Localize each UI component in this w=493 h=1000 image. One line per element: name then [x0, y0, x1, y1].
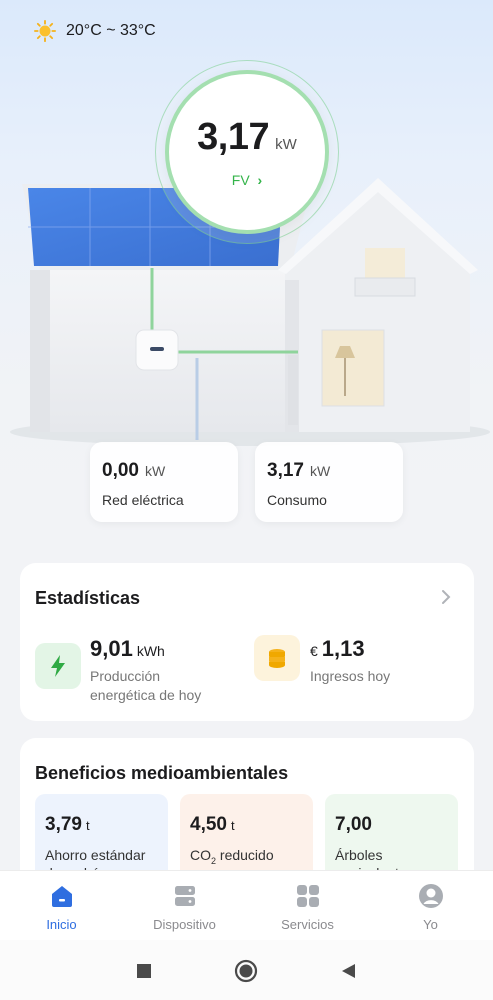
tab-servicios-label: Servicios	[281, 917, 334, 932]
tab-yo-label: Yo	[423, 917, 438, 932]
tab-dispositivo[interactable]: Dispositivo	[123, 871, 246, 941]
income-currency: €	[310, 643, 318, 659]
tab-inicio-label: Inicio	[46, 917, 77, 932]
benefits-title: Beneficios medioambientales	[35, 763, 289, 783]
sun-icon	[34, 20, 56, 42]
grid-label: Red eléctrica	[102, 492, 184, 508]
system-navigation-bar	[0, 940, 493, 1000]
co2-label-main: CO	[190, 847, 211, 863]
production-label-line1: Producción	[90, 668, 161, 684]
bottom-tab-bar: Inicio Dispositivo Servicios Yo	[0, 870, 493, 940]
user-icon	[419, 884, 443, 908]
co2-value: 4,50	[190, 814, 227, 835]
tab-servicios[interactable]: Servicios	[246, 871, 369, 941]
coins-icon	[254, 635, 300, 681]
carbon-label-line1: Ahorro estándar	[45, 847, 146, 863]
production-label-line2: energética de hoy	[90, 687, 202, 703]
production-label: Producción energética de hoy	[90, 667, 201, 705]
chevron-right-icon: ›	[257, 172, 263, 188]
income-label: Ingresos hoy	[310, 668, 391, 684]
grid-icon	[297, 885, 319, 907]
pv-power-unit: kW	[275, 136, 297, 153]
statistics-title: Estadísticas	[35, 588, 141, 608]
consumption-power-value: 3,17	[267, 460, 304, 481]
income-value: 1,13	[321, 636, 365, 661]
tab-inicio[interactable]: Inicio	[0, 871, 123, 941]
co2-unit: t	[230, 818, 235, 833]
weather-widget: 20°C ~ 33°C	[34, 20, 156, 42]
trees-value: 7,00	[335, 814, 372, 835]
tab-yo[interactable]: Yo	[369, 871, 492, 941]
consumption-flow-card[interactable]: 3,17 kW Consumo	[255, 442, 403, 522]
co2-label: CO2 reducido	[190, 846, 303, 870]
grid-flow-card[interactable]: 0,00 kW Red eléctrica	[90, 442, 238, 522]
production-value: 9,01	[90, 636, 133, 661]
statistics-card[interactable]: Estadísticas 9,01 kWh Producción energéti…	[20, 563, 474, 721]
temperature-range: 20°C ~ 33°C	[66, 22, 156, 39]
home-button-icon[interactable]	[234, 959, 258, 983]
tab-dispositivo-label: Dispositivo	[153, 917, 216, 932]
grid-power-unit: kW	[144, 463, 166, 479]
back-icon[interactable]	[340, 963, 356, 979]
home-icon	[52, 886, 72, 907]
lightning-icon	[35, 643, 81, 689]
pv-power-value: 3,17 kW	[165, 116, 329, 159]
consumption-power-unit: kW	[309, 463, 331, 479]
chevron-right-icon[interactable]	[440, 589, 452, 605]
recents-icon[interactable]	[136, 963, 152, 979]
trees-label-line1: Árboles	[335, 847, 383, 863]
carbon-unit: t	[85, 818, 90, 833]
grid-power-value: 0,00	[102, 460, 139, 481]
hero-section: 20°C ~ 33°C 3,17 kW FV › 0,00 kW Red elé…	[0, 0, 493, 560]
pv-label: FV	[231, 172, 250, 188]
income-stat: €1,13	[310, 636, 365, 662]
device-icon	[175, 886, 195, 906]
consumption-label: Consumo	[267, 492, 327, 508]
co2-label-rest: reducido	[216, 847, 274, 863]
production-unit: kWh	[136, 643, 165, 659]
pv-link[interactable]: FV ›	[165, 172, 329, 188]
carbon-value: 3,79	[45, 814, 82, 835]
pv-power-number: 3,17	[197, 116, 270, 158]
production-stat: 9,01 kWh	[90, 636, 165, 662]
